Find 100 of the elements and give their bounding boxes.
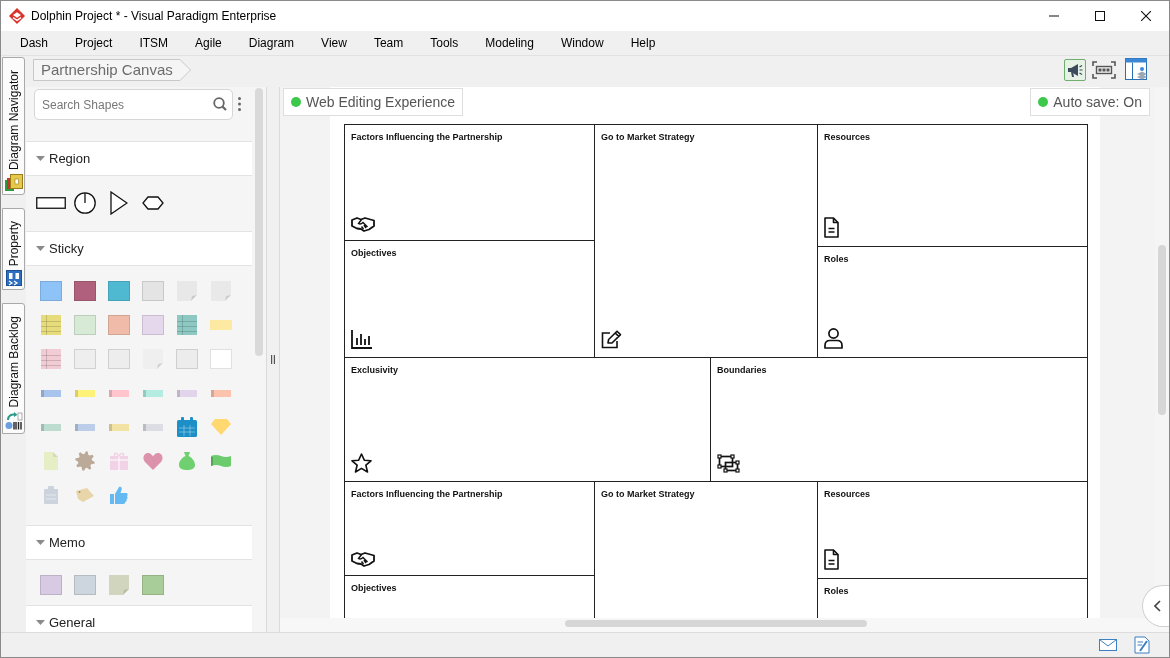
- sticky-note-icon[interactable]: [176, 349, 198, 369]
- document-icon: [824, 217, 839, 238]
- tape-icon[interactable]: [109, 389, 129, 397]
- diamond-icon[interactable]: [211, 419, 231, 435]
- side-tab[interactable]: Diagram Navigator: [2, 57, 25, 196]
- cell-title: Objectives: [350, 582, 397, 594]
- property-sheet-icon: [5, 270, 22, 287]
- curled-note-icon[interactable]: [143, 349, 163, 369]
- tape-icon[interactable]: [109, 423, 129, 431]
- section-header[interactable]: Sticky: [26, 231, 252, 266]
- megaphone-icon[interactable]: [1064, 58, 1086, 81]
- sticky-note-icon[interactable]: [142, 281, 164, 301]
- document-icon: [824, 549, 839, 570]
- side-tab[interactable]: Property: [2, 208, 25, 291]
- tape-icon[interactable]: [143, 389, 163, 397]
- curled-note-icon[interactable]: [109, 575, 129, 595]
- curled-note-icon[interactable]: [177, 281, 197, 301]
- bar-chart-icon: [351, 330, 372, 349]
- sticky-note-icon[interactable]: [142, 315, 164, 335]
- curled-note-icon[interactable]: [211, 281, 231, 301]
- status-button[interactable]: Auto save: On: [1030, 88, 1150, 116]
- handshake-icon: [351, 551, 375, 567]
- tape-icon[interactable]: [41, 423, 61, 431]
- section-header[interactable]: General: [26, 605, 252, 632]
- tape-icon[interactable]: [143, 423, 163, 431]
- star-icon: [351, 453, 372, 473]
- sticky-note-icon[interactable]: [108, 315, 130, 335]
- folders-icon: [4, 174, 23, 192]
- menu-item[interactable]: Window: [560, 34, 604, 52]
- sticky-note-icon[interactable]: [40, 281, 62, 301]
- cell-title: Factors Influencing the Partnership: [350, 131, 503, 143]
- search-field[interactable]: Search Shapes: [34, 89, 233, 120]
- window-layout-icon[interactable]: [1125, 58, 1148, 81]
- triangle-icon[interactable]: [110, 191, 128, 215]
- sticky-note-icon[interactable]: [74, 575, 96, 595]
- menu-item[interactable]: Diagram: [248, 34, 295, 52]
- side-tab[interactable]: Diagram Backlog: [2, 303, 25, 434]
- menu-item[interactable]: Help: [630, 34, 656, 52]
- sticky-note-icon[interactable]: [74, 281, 96, 301]
- grip-icon[interactable]: [271, 355, 275, 364]
- scrollbar-thumb[interactable]: [255, 88, 263, 356]
- menu-item[interactable]: Agile: [195, 34, 222, 52]
- cell-title: Objectives: [350, 247, 397, 259]
- tape-icon[interactable]: [177, 389, 197, 397]
- lined-note-icon[interactable]: [41, 315, 61, 335]
- section-header[interactable]: Memo: [26, 525, 252, 560]
- tape-icon[interactable]: [75, 423, 95, 431]
- handshake-icon: [351, 216, 375, 232]
- bag-icon[interactable]: [179, 452, 195, 470]
- sticky-note-icon[interactable]: [74, 349, 96, 369]
- tape-icon[interactable]: [75, 389, 95, 397]
- sticky-note-icon[interactable]: [108, 349, 130, 369]
- calendar-icon[interactable]: [177, 417, 197, 437]
- circle-icon[interactable]: [74, 192, 96, 214]
- banner-icon[interactable]: [211, 454, 231, 468]
- menu-item[interactable]: Project: [75, 34, 113, 52]
- lined-note-icon[interactable]: [41, 349, 61, 369]
- sticky-note-icon[interactable]: [74, 315, 96, 335]
- mail-icon[interactable]: [1099, 639, 1117, 651]
- gear-icon[interactable]: [75, 451, 95, 471]
- section-header[interactable]: Region: [26, 141, 252, 176]
- frame-icon[interactable]: [1092, 60, 1116, 79]
- note-edit-icon[interactable]: [1134, 636, 1150, 654]
- menu-item[interactable]: Team: [373, 34, 404, 52]
- tag-icon[interactable]: [76, 488, 94, 502]
- cell-title: Roles: [823, 585, 849, 597]
- gift-icon[interactable]: [110, 452, 128, 470]
- sticky-note-icon[interactable]: [108, 281, 130, 301]
- note-slip-icon[interactable]: [210, 320, 232, 330]
- menu-item[interactable]: Dash: [20, 34, 48, 52]
- sticky-note-icon[interactable]: [142, 575, 164, 595]
- backlog-icon: [4, 411, 23, 430]
- frames-icon: [717, 454, 740, 473]
- sticky-note-icon[interactable]: [40, 575, 62, 595]
- cell-title: Resources: [823, 131, 871, 143]
- more-options-icon[interactable]: [238, 97, 241, 111]
- clipboard-icon[interactable]: [44, 486, 58, 504]
- rectangle-icon[interactable]: [36, 197, 66, 209]
- tape-icon[interactable]: [211, 389, 231, 397]
- menu-item[interactable]: ITSM: [139, 34, 169, 52]
- chevron-left-icon: [1153, 600, 1161, 612]
- status-dot-icon: [1038, 97, 1049, 107]
- person-icon: [824, 328, 843, 349]
- menu-item[interactable]: Tools: [430, 34, 459, 52]
- thumbs-up-icon[interactable]: [110, 486, 128, 504]
- menu-item[interactable]: Modeling: [485, 34, 534, 52]
- status-button[interactable]: Web Editing Experience: [283, 88, 464, 116]
- tape-icon[interactable]: [41, 389, 61, 397]
- menu-item[interactable]: View: [321, 34, 347, 52]
- maximize-icon: [1095, 11, 1105, 21]
- lined-note-icon[interactable]: [177, 315, 197, 335]
- scrollbar-thumb[interactable]: [1158, 245, 1166, 415]
- sticky-note-icon[interactable]: [210, 349, 232, 369]
- scrollbar-thumb[interactable]: [565, 620, 867, 627]
- cell-title: Exclusivity: [350, 364, 399, 376]
- document-icon[interactable]: [44, 452, 58, 470]
- breadcrumb-item[interactable]: Partnership Canvas: [33, 59, 191, 81]
- close-icon: [1141, 11, 1151, 21]
- hexagon-icon[interactable]: [142, 196, 164, 210]
- heart-icon[interactable]: [143, 452, 163, 470]
